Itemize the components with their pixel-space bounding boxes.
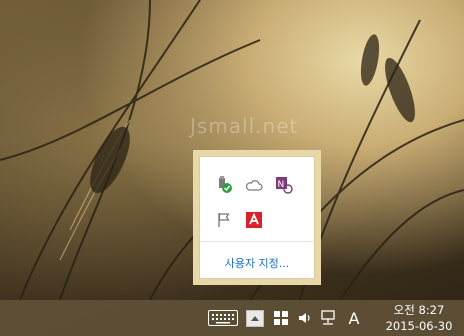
network-icon[interactable] (318, 300, 338, 336)
touch-keyboard-icon[interactable] (207, 300, 239, 336)
customize-link[interactable]: 사용자 지정... (200, 255, 314, 271)
action-center-flag-icon[interactable] (214, 210, 234, 230)
clock-time: 오전 8:27 (393, 303, 445, 317)
show-hidden-icons-button[interactable] (245, 300, 265, 336)
onenote-clipper-icon[interactable]: N (274, 175, 294, 195)
volume-icon[interactable] (296, 300, 314, 336)
clock-date: 2015-06-30 (385, 319, 453, 333)
svg-text:N: N (278, 180, 285, 190)
notification-overflow-popup: N 사용자 지정... (193, 150, 321, 285)
popup-divider (200, 241, 314, 242)
watermark-text: Jsmall.net (190, 114, 299, 138)
windows-update-icon[interactable] (272, 300, 290, 336)
overflow-panel: N 사용자 지정... (199, 156, 315, 279)
ime-mode-indicator[interactable]: A (344, 300, 364, 336)
onedrive-cloud-icon[interactable] (244, 175, 264, 195)
avira-antivirus-icon[interactable] (244, 210, 264, 230)
usb-safe-remove-icon[interactable] (214, 175, 234, 195)
chevron-up-icon (246, 309, 264, 327)
taskbar-clock[interactable]: 오전 8:27 2015-06-30 (374, 302, 464, 334)
